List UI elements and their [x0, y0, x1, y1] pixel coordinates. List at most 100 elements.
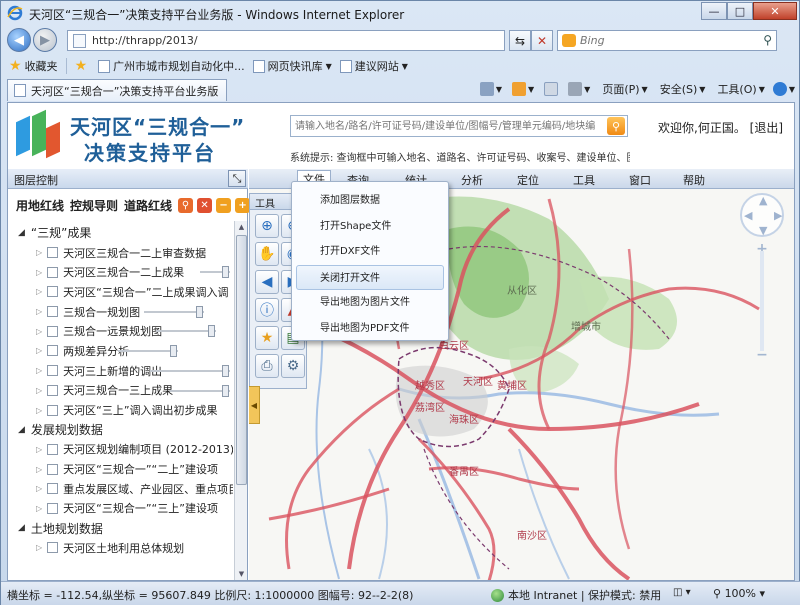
opacity-slider[interactable]	[118, 345, 178, 358]
info-icon[interactable]: ⓘ	[255, 298, 279, 322]
expand-triangle-icon[interactable]: ▷	[36, 287, 42, 296]
app-search-input[interactable]	[295, 119, 595, 134]
tools-menu[interactable]: 工具(O)	[717, 81, 756, 97]
print-icon[interactable]: ⎙	[255, 354, 279, 378]
tab-control-guide[interactable]: 控规导则	[70, 197, 118, 214]
logout-link[interactable]: [退出]	[750, 121, 783, 135]
scroll-thumb[interactable]	[236, 235, 247, 485]
pan-up-icon[interactable]: ▲	[759, 194, 767, 207]
menu-export-image[interactable]: 导出地图为图片文件	[292, 290, 448, 316]
minimize-button[interactable]: —	[701, 2, 727, 20]
favorite-link[interactable]: 广州市城市规划自动化中...	[98, 58, 245, 74]
pan-left-icon[interactable]: ◀	[744, 209, 752, 222]
zoom-level[interactable]: ⚲ 100% ▾	[713, 587, 765, 600]
layer-checkbox[interactable]	[47, 286, 59, 298]
layer-checkbox[interactable]	[47, 384, 59, 396]
settings-icon[interactable]: ⚙	[281, 354, 305, 378]
mail-icon[interactable]	[544, 82, 559, 96]
menu-close-file[interactable]: 关闭打开文件	[296, 264, 444, 290]
menu-export-pdf[interactable]: 导出地图为PDF文件	[292, 316, 448, 342]
clear-icon[interactable]: ✕	[197, 198, 213, 213]
home-icon[interactable]	[479, 82, 494, 96]
layer-checkbox[interactable]	[47, 266, 59, 278]
menu-add-layer[interactable]: 添加图层数据	[292, 188, 448, 214]
address-bar[interactable]	[67, 30, 505, 51]
scroll-up-icon[interactable]: ▲	[235, 221, 248, 234]
pan-control[interactable]: ▲ ▼ ◀ ▶	[740, 193, 784, 237]
favorite-link[interactable]: 建议网站 ▼	[339, 58, 408, 74]
tree-item[interactable]: ▷ 天河区“三规合一”“二上”建设项	[14, 459, 236, 479]
tree-item[interactable]: ▷ 天河三上新增的调出	[14, 361, 236, 381]
help-icon[interactable]	[772, 82, 787, 96]
tree-item[interactable]: ▷ 天河区“三规合一”“三上”建设项	[14, 499, 236, 519]
tree-group[interactable]: ◢ 土地规划数据	[14, 518, 236, 538]
pan-right-icon[interactable]: ▶	[774, 209, 782, 222]
expand-triangle-icon[interactable]: ▷	[36, 445, 42, 454]
app-search-box[interactable]: ⚲	[290, 115, 628, 137]
layer-checkbox[interactable]	[47, 483, 59, 495]
chevron-down-icon[interactable]: ▼	[789, 85, 795, 94]
search-box[interactable]: ⚲	[557, 30, 777, 51]
browser-tab[interactable]: 天河区“三规合一”决策支持平台业务版	[7, 79, 227, 101]
status-icons[interactable]: ◫ ▾	[673, 587, 691, 598]
search-icon[interactable]: ⚲	[607, 117, 625, 135]
expand-triangle-icon[interactable]: ▷	[36, 248, 42, 257]
expand-triangle-icon[interactable]: ▷	[36, 268, 42, 277]
toolbox-handle[interactable]: ◀	[249, 386, 260, 424]
slider-knob[interactable]	[222, 266, 229, 279]
expand-triangle-icon[interactable]: ▷	[36, 366, 42, 375]
expand-icon[interactable]: +	[235, 198, 251, 213]
tree-item[interactable]: ▷ 三规合一规划图	[14, 302, 236, 322]
tree-item[interactable]: ▷ 两规差异分析	[14, 341, 236, 361]
tree-item[interactable]: ▷ 天河区三规合一二上审查数据	[14, 243, 236, 263]
expand-triangle-icon[interactable]: ▷	[36, 504, 42, 513]
tree-item[interactable]: ▷ 重点发展区域、产业园区、重点项目	[14, 479, 236, 499]
feeds-icon[interactable]	[512, 82, 527, 96]
star-icon[interactable]: ★	[255, 326, 279, 350]
tree-item[interactable]: ▷ 天河区“三规合一”二上成果调入调	[14, 282, 236, 302]
layer-checkbox[interactable]	[47, 542, 59, 554]
favorite-link[interactable]: 网页快讯库 ▼	[252, 58, 332, 74]
layer-checkbox[interactable]	[47, 502, 59, 514]
menu-open-shape[interactable]: 打开Shape文件	[292, 214, 448, 240]
expand-triangle-icon[interactable]: ▷	[36, 406, 42, 415]
pan-hand-icon[interactable]: ✋	[255, 242, 279, 266]
slider-knob[interactable]	[196, 305, 203, 318]
search-icon[interactable]: ⚲	[763, 33, 772, 47]
collapse-panel-button[interactable]: ⤡	[228, 170, 246, 187]
tree-item[interactable]: ▷ 三规合一远景规划图	[14, 321, 236, 341]
tree-group[interactable]: ◢ 发展规划数据	[14, 420, 236, 440]
slider-knob[interactable]	[222, 364, 229, 377]
search-icon[interactable]: ⚲	[178, 198, 194, 213]
stop-button[interactable]: ✕	[531, 30, 553, 51]
collapse-triangle-icon[interactable]: ◢	[18, 228, 25, 238]
tab-land-redline[interactable]: 用地红线	[16, 197, 64, 214]
chevron-down-icon[interactable]: ▼	[584, 85, 590, 94]
collapse-triangle-icon[interactable]: ◢	[18, 523, 25, 533]
back-arrow-icon[interactable]: ◀	[255, 270, 279, 294]
menu-help[interactable]: 帮助	[683, 172, 705, 188]
menu-window[interactable]: 窗口	[629, 172, 651, 188]
favorites-button[interactable]: ★ 收藏夹	[9, 58, 58, 74]
expand-triangle-icon[interactable]: ▷	[36, 307, 42, 316]
tree-group[interactable]: ◢ “三规”成果	[14, 223, 236, 243]
collapse-triangle-icon[interactable]: ◢	[18, 425, 25, 435]
maximize-button[interactable]: □	[727, 2, 753, 20]
pan-down-icon[interactable]: ▼	[759, 224, 767, 237]
slider-knob[interactable]	[222, 384, 229, 397]
forward-button[interactable]: ▶	[33, 28, 57, 52]
layer-checkbox[interactable]	[47, 443, 59, 455]
expand-triangle-icon[interactable]: ▷	[36, 346, 42, 355]
slider-knob[interactable]	[170, 345, 177, 358]
collapse-icon[interactable]: −	[216, 198, 232, 213]
chevron-down-icon[interactable]: ▼	[528, 85, 534, 94]
zoom-slider[interactable]	[760, 251, 764, 351]
opacity-slider[interactable]	[150, 364, 230, 377]
expand-triangle-icon[interactable]: ▷	[36, 327, 42, 336]
layer-tree-scrollbar[interactable]: ▲ ▼	[234, 221, 248, 580]
print-icon[interactable]	[568, 82, 583, 96]
expand-triangle-icon[interactable]: ▷	[36, 543, 42, 552]
refresh-compat-button[interactable]: ⇆	[509, 30, 531, 51]
tree-item[interactable]: ▷ 天河区土地利用总体规划	[14, 538, 236, 558]
layer-checkbox[interactable]	[47, 345, 59, 357]
